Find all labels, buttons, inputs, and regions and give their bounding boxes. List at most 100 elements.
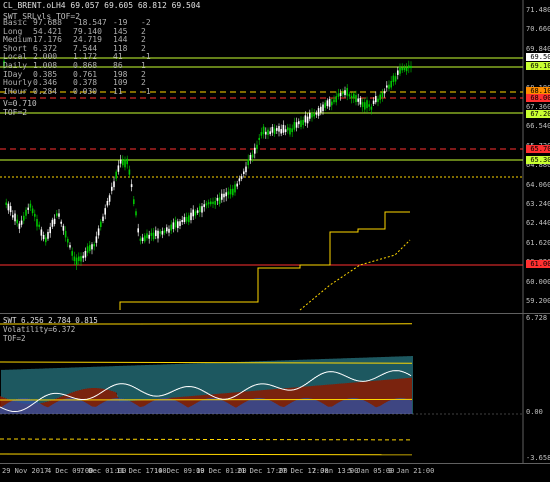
candle-body xyxy=(241,176,243,179)
indicator-tick-top: 6.728 xyxy=(526,314,547,322)
candle-body xyxy=(60,222,62,224)
candle-body xyxy=(137,228,139,232)
candle-body xyxy=(256,145,258,149)
candle-body xyxy=(122,159,124,165)
candle-body xyxy=(188,215,190,222)
stepline-solid xyxy=(120,212,410,310)
candle-body xyxy=(384,91,386,93)
price-axis-tick: 63.240 xyxy=(526,200,550,208)
candle-body xyxy=(278,126,280,132)
candle-body xyxy=(168,229,170,233)
candle-body xyxy=(340,93,342,96)
candle-body xyxy=(261,132,263,136)
candle-body xyxy=(76,258,78,265)
candle-body xyxy=(153,233,155,240)
indicator-panel[interactable]: SWT 6.256 2.784 0.815 Volatility=6.372 T… xyxy=(0,313,550,464)
candle-body xyxy=(34,214,36,217)
candle-body xyxy=(16,220,18,224)
candle-body xyxy=(395,76,397,81)
candle-body xyxy=(366,100,368,108)
candle-body xyxy=(320,107,322,113)
candle-body xyxy=(408,65,410,68)
candle-body xyxy=(313,114,315,116)
price-axis-tick: 66.540 xyxy=(526,122,550,130)
indicator-tof: TOF=2 xyxy=(3,334,26,343)
indicator-canvas[interactable] xyxy=(0,314,550,464)
candle-body xyxy=(175,220,177,227)
candle-body xyxy=(338,93,340,96)
candle-body xyxy=(155,230,157,236)
candle-body xyxy=(335,96,337,102)
candle-body xyxy=(49,227,51,233)
price-axis-tick: 62.440 xyxy=(526,219,550,227)
indicator-volatility: Volatility=6.372 xyxy=(3,325,75,334)
candle-body xyxy=(296,122,298,127)
candle-body xyxy=(247,159,249,165)
candle-body xyxy=(159,231,161,233)
candle-body xyxy=(118,165,120,171)
candle-body xyxy=(164,230,166,233)
candle-body xyxy=(353,94,355,99)
candle-body xyxy=(305,115,307,122)
candle-body xyxy=(208,202,210,204)
time-axis: 29 Nov 20174 Dec 09:007 Dec 01:0011 Dec … xyxy=(0,463,550,482)
support-stepline xyxy=(120,212,410,310)
candle-body xyxy=(329,99,331,107)
candle-body xyxy=(344,90,346,95)
candle-body xyxy=(115,172,117,179)
candle-body xyxy=(170,225,172,231)
indicator-name-label: SWT_SRLvls_TOF=2 xyxy=(3,12,80,21)
candle-body xyxy=(250,155,252,160)
candle-body xyxy=(404,67,406,70)
candle-body xyxy=(197,210,199,213)
candle-body xyxy=(166,227,168,231)
candle-body xyxy=(245,167,247,173)
candle-body xyxy=(223,194,225,197)
price-axis-tick: 64.060 xyxy=(526,181,550,189)
candle-body xyxy=(375,96,377,102)
price-chart-panel[interactable]: CL_BRENT.oLH4 69.057 69.605 68.812 69.50… xyxy=(0,0,550,313)
candle-body xyxy=(379,95,381,100)
candle-body xyxy=(243,171,245,174)
candle-body xyxy=(327,100,329,106)
candle-body xyxy=(382,93,384,98)
stats-row: IHour0.2840.03011-1 xyxy=(3,88,153,97)
candle-body xyxy=(239,178,241,181)
candle-body xyxy=(82,256,84,258)
candle-body xyxy=(267,130,269,135)
stats-table: Basic97.688-18.547-19-2Long54.42179.1401… xyxy=(3,19,153,96)
candle-body xyxy=(179,221,181,226)
candle-body xyxy=(45,237,47,242)
indicator-version-label: V=0.710 xyxy=(3,99,37,108)
time-axis-tick: 29 Nov 2017 xyxy=(2,467,48,475)
stepline-dotted xyxy=(300,240,410,310)
candle-body xyxy=(104,208,106,214)
candle-body xyxy=(388,85,390,89)
candle-body xyxy=(87,246,89,252)
candle-body xyxy=(274,129,276,134)
price-axis-tick: 59.200 xyxy=(526,297,550,305)
candle-body xyxy=(289,128,291,135)
candle-body xyxy=(10,206,12,212)
candle-body xyxy=(133,199,135,204)
price-axis-tick: 61.620 xyxy=(526,239,550,247)
candle-body xyxy=(401,68,403,71)
candle-body xyxy=(192,210,194,217)
candle-body xyxy=(144,235,146,241)
candle-body xyxy=(285,129,287,132)
price-tag-level-1: 69.100 xyxy=(526,62,550,70)
candle-body xyxy=(71,251,73,256)
candle-body xyxy=(131,184,133,187)
candle-body xyxy=(177,221,179,228)
indicator-title: SWT 6.256 2.784 0.815 xyxy=(3,316,98,325)
candle-body xyxy=(102,217,104,221)
price-tag-level-4: 67.200 xyxy=(526,110,550,118)
candle-body xyxy=(109,195,111,201)
chart-title: CL_BRENT.oLH4 69.057 69.605 68.812 69.50… xyxy=(3,1,200,10)
candle-body xyxy=(309,113,311,119)
candle-body xyxy=(360,98,362,105)
candle-body xyxy=(217,198,219,201)
candle-body xyxy=(390,81,392,87)
candle-body xyxy=(234,184,236,192)
candle-body xyxy=(371,107,373,110)
